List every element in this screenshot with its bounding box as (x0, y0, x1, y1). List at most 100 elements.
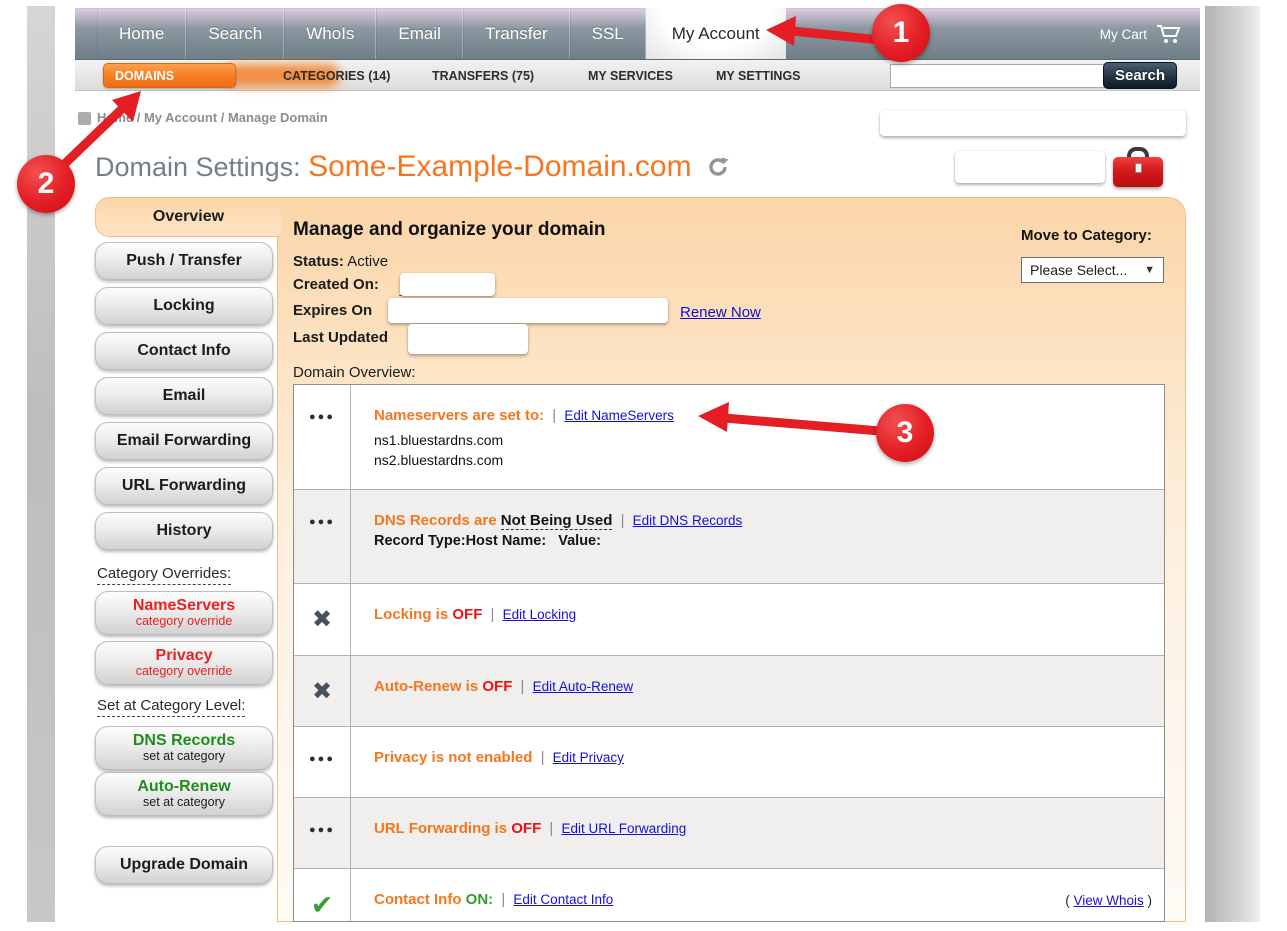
sidebar-item-auto-renew-category[interactable]: Auto-Renew set at category (95, 772, 273, 816)
table-row-privacy: ●●● Privacy is not enabled | Edit Privac… (294, 727, 1164, 798)
edit-url-forwarding-link[interactable]: Edit URL Forwarding (562, 821, 687, 836)
my-cart-button[interactable]: My Cart (1100, 8, 1182, 60)
subnav-categories[interactable]: CATEGORIES (14) (283, 60, 390, 91)
page-title: Domain Settings: Some-Example-Domain.com (95, 150, 729, 184)
nav-tab-transfer[interactable]: Transfer (463, 8, 570, 59)
override-subtitle: category override (136, 615, 233, 628)
redaction-box (400, 273, 495, 296)
row-status: OFF (482, 678, 512, 695)
move-select-value: Please Select... (1030, 262, 1127, 278)
override-subtitle: category override (136, 665, 233, 678)
sidebar-item-email[interactable]: Email (95, 377, 273, 415)
sidebar-item-push-transfer[interactable]: Push / Transfer (95, 242, 273, 280)
edit-nameservers-link[interactable]: Edit NameServers (564, 408, 674, 423)
move-to-category-label: Move to Category: (1021, 227, 1152, 244)
sidebar-item-privacy-override[interactable]: Privacy category override (95, 641, 273, 685)
view-whois-paren: ) (1144, 893, 1152, 908)
set-at-category-label: Set at Category Level: (97, 697, 245, 717)
separator: | (545, 820, 557, 837)
my-cart-label: My Cart (1100, 27, 1147, 42)
sidebar-item-email-forwarding[interactable]: Email Forwarding (95, 422, 273, 460)
category-subtitle: set at category (143, 750, 225, 763)
renew-now-link[interactable]: Renew Now (680, 304, 761, 321)
domain-name: Some-Example-Domain.com (308, 150, 691, 183)
subnav-my-settings[interactable]: MY SETTINGS (716, 60, 801, 91)
redaction-box (408, 324, 528, 354)
dots-icon: ●●● (294, 385, 351, 489)
nav-tab-my-account[interactable]: My Account (646, 8, 786, 59)
toolbox-icon[interactable] (1113, 147, 1163, 188)
edit-contact-info-link[interactable]: Edit Contact Info (513, 892, 613, 907)
domain-overview-table: ●●● Nameservers are set to: | Edit NameS… (293, 384, 1165, 922)
nameserver-2: ns2.bluestardns.com (374, 450, 1154, 470)
subnav-transfers[interactable]: TRANSFERS (75) (432, 60, 534, 91)
row-status: ON: (466, 891, 494, 908)
status-label: Status: (293, 253, 344, 270)
sidebar-item-dns-records-category[interactable]: DNS Records set at category (95, 726, 273, 770)
row-title: Nameservers are set to: (374, 407, 544, 424)
expires-line: Expires On (293, 302, 372, 319)
separator: | (497, 891, 509, 908)
edit-locking-link[interactable]: Edit Locking (503, 607, 577, 622)
right-page-edge (1205, 6, 1260, 922)
sidebar-item-history[interactable]: History (95, 512, 273, 550)
edit-auto-renew-link[interactable]: Edit Auto-Renew (533, 679, 634, 694)
sidebar-item-nameservers-override[interactable]: NameServers category override (95, 591, 273, 635)
sidebar-item-overview[interactable]: Overview (95, 197, 281, 237)
subnav-my-services[interactable]: MY SERVICES (588, 60, 673, 91)
row-status: Not Being Used (501, 512, 613, 530)
category-title: DNS Records (133, 733, 235, 750)
left-page-edge (27, 6, 55, 922)
category-title: Auto-Renew (137, 779, 230, 796)
search-button[interactable]: Search (1103, 62, 1177, 89)
move-to-category-select[interactable]: Please Select... ▼ (1021, 257, 1164, 283)
row-title: URL Forwarding is (374, 820, 507, 837)
sidebar-item-contact-info[interactable]: Contact Info (95, 332, 273, 370)
upgrade-domain-button[interactable]: Upgrade Domain (95, 846, 273, 884)
dns-record-headers: Record Type:Host Name: Value: (374, 533, 1154, 549)
subnav-domains-button[interactable]: DOMAINS (103, 63, 236, 88)
annotation-circle-3: 3 (876, 404, 934, 462)
annotation-circle-2: 2 (17, 155, 75, 213)
refresh-icon[interactable] (707, 156, 729, 178)
view-whois-link[interactable]: View Whois (1073, 893, 1143, 908)
nav-tab-whois[interactable]: WhoIs (284, 8, 376, 59)
separator: | (617, 512, 629, 529)
sidebar-item-url-forwarding[interactable]: URL Forwarding (95, 467, 273, 505)
cart-icon (1156, 24, 1182, 44)
row-title: DNS Records are (374, 512, 497, 529)
status-line: Status: Active (293, 253, 388, 270)
top-navigation: Home Search WhoIs Email Transfer SSL My … (75, 8, 1200, 60)
edit-dns-records-link[interactable]: Edit DNS Records (633, 513, 743, 528)
sidebar-item-locking[interactable]: Locking (95, 287, 273, 325)
chevron-down-icon: ▼ (1144, 264, 1155, 276)
domain-overview-label: Domain Overview: (293, 364, 416, 381)
row-title: Auto-Renew is (374, 678, 478, 695)
annotation-circle-1: 1 (872, 4, 930, 62)
nav-tab-email[interactable]: Email (376, 8, 463, 59)
redaction-box (388, 298, 668, 323)
dots-icon: ●●● (294, 490, 351, 583)
nav-tab-ssl[interactable]: SSL (570, 8, 646, 59)
updated-label: Last Updated (293, 329, 388, 346)
nav-tab-search[interactable]: Search (186, 8, 284, 59)
created-label: Created On: (293, 276, 379, 293)
check-icon: ✔ (294, 869, 351, 922)
nav-tab-home[interactable]: Home (97, 8, 186, 59)
updated-line: Last Updated (293, 329, 388, 346)
page-title-prefix: Domain Settings: (95, 152, 308, 182)
category-subtitle: set at category (143, 796, 225, 809)
table-row-auto-renew: ✖ Auto-Renew is OFF | Edit Auto-Renew (294, 656, 1164, 727)
row-title: Privacy is not enabled (374, 749, 532, 766)
separator: | (487, 606, 499, 623)
override-title: NameServers (133, 598, 235, 615)
breadcrumb[interactable]: Home / My Account / Manage Domain (97, 110, 328, 125)
table-row-nameservers: ●●● Nameservers are set to: | Edit NameS… (294, 385, 1164, 490)
edit-privacy-link[interactable]: Edit Privacy (553, 750, 624, 765)
toolbox-latch (1135, 163, 1142, 173)
redaction-box (955, 151, 1105, 183)
status-value: Active (347, 253, 388, 270)
dots-icon: ●●● (294, 798, 351, 868)
row-status: OFF (452, 606, 482, 623)
manage-domain-heading: Manage and organize your domain (293, 219, 606, 241)
